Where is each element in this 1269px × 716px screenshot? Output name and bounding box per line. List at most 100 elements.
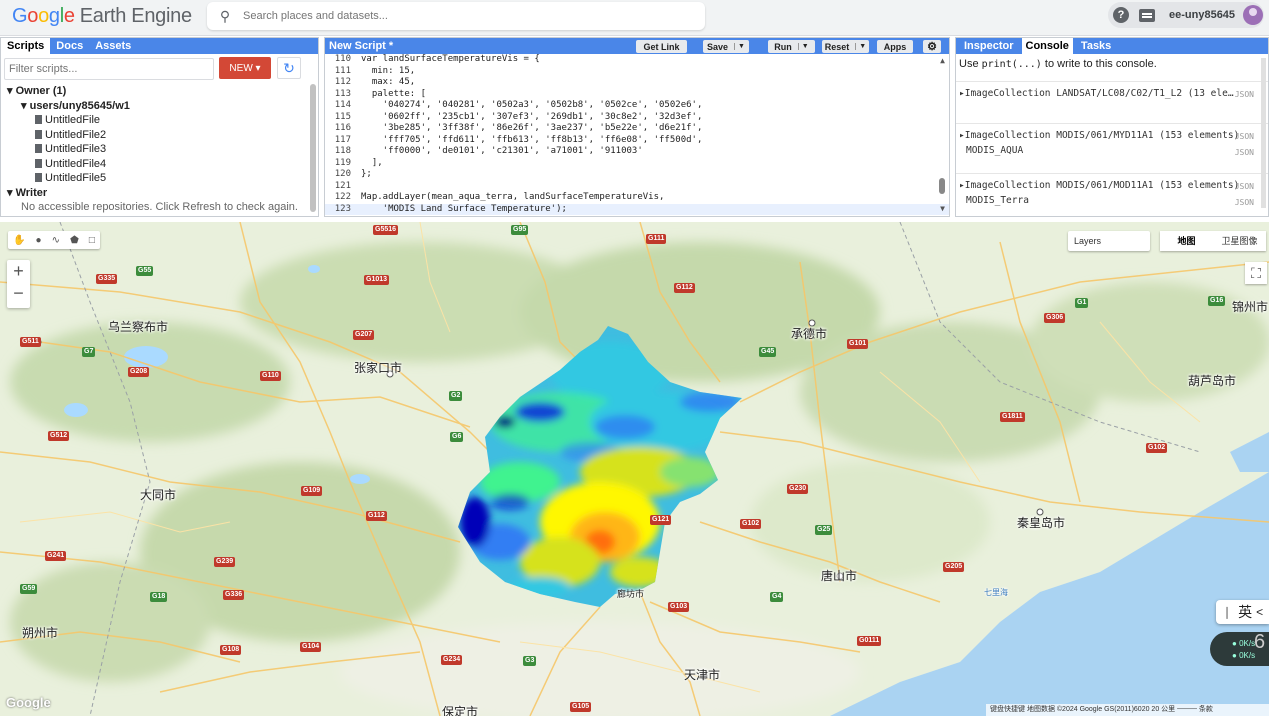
code-line[interactable]: 112 max: 45, (325, 77, 949, 89)
net-down: 0K/s (1239, 651, 1256, 660)
tab-tasks[interactable]: Tasks (1077, 38, 1115, 54)
code-area[interactable]: 110 var landSurfaceTemperatureVis = {111 … (325, 54, 949, 216)
tree-repo[interactable]: ▾ users/uny85645/w1 (1, 99, 307, 114)
scripts-scrollbar[interactable] (310, 84, 316, 212)
caret-down-icon[interactable]: ▼ (797, 43, 809, 50)
code-line[interactable]: 117 'fff705', 'ffd611', 'ffb613', 'ff8b1… (325, 135, 949, 147)
json-link[interactable]: JSON (1235, 90, 1254, 99)
line-icon[interactable]: ∿ (52, 235, 60, 246)
help-icon[interactable]: ? (1113, 7, 1129, 23)
code-scrollbar[interactable] (939, 178, 945, 194)
avatar[interactable] (1243, 5, 1264, 25)
highway-shield: G104 (300, 642, 322, 652)
writer-label: Writer (15, 186, 48, 199)
refresh-icon[interactable]: ↻ (277, 57, 301, 79)
code-line[interactable]: 118 'ff0000', 'de0101', 'c21301', 'a7100… (325, 146, 949, 158)
console-scrollbar[interactable] (1261, 58, 1266, 208)
tab-assets[interactable]: Assets (89, 38, 137, 54)
file-label: UntitledFile3 (45, 143, 107, 155)
tree-writer[interactable]: ▾ Writer (1, 186, 307, 201)
script-title[interactable]: New Script * (325, 40, 393, 52)
json-link[interactable]: JSON (1235, 132, 1254, 141)
earth-engine-logo[interactable]: Google Earth Engine (12, 5, 192, 28)
ime-handle-icon[interactable]: ❘ (1222, 605, 1232, 619)
json-link[interactable]: JSON (1235, 198, 1254, 207)
tab-console[interactable]: Console (1021, 38, 1073, 54)
highway-shield: G4 (770, 592, 784, 602)
highway-shield: G55 (136, 266, 154, 276)
city-label: 廊坊市 (617, 589, 645, 599)
scroll-down-icon[interactable]: ▼ (940, 204, 945, 213)
apps-button[interactable]: Apps (877, 40, 913, 53)
filter-scripts-input[interactable] (4, 58, 214, 80)
code-line[interactable]: 114 '040274', '040281', '0502a3', '0502b… (325, 100, 949, 112)
line-number: 115 (334, 111, 351, 122)
reset-button[interactable]: Reset ▼ (822, 40, 869, 53)
code-line[interactable]: 122 Map.addLayer(mean_aqua_terra, landSur… (325, 192, 949, 204)
tree-file[interactable]: UntitledFile4 (1, 157, 307, 172)
json-link[interactable]: JSON (1235, 148, 1254, 157)
highway-shield: G239 (214, 557, 236, 567)
ime-toolbar[interactable]: ❘ 英 < (1216, 600, 1269, 624)
tree-file[interactable]: UntitledFile5 (1, 171, 307, 186)
map-canvas[interactable]: 乌兰察布市 张家口市 承德市 锦州市 葫芦岛市 大同市 秦皇岛市 唐山市 朔州市… (0, 222, 1269, 716)
rectangle-icon[interactable]: □ (89, 235, 95, 246)
tree-file[interactable]: UntitledFile3 (1, 142, 307, 157)
settings-icon[interactable]: ⚙ (923, 40, 941, 53)
code-line[interactable]: 110 var landSurfaceTemperatureVis = { (325, 54, 949, 66)
line-text: min: 15, (361, 65, 416, 76)
city-label: 锦州市 (1232, 300, 1269, 314)
scroll-up-icon[interactable]: ▲ (940, 56, 945, 65)
tab-scripts[interactable]: Scripts (1, 38, 51, 54)
marker-icon[interactable]: ● (36, 235, 42, 246)
ime-language[interactable]: 英 (1238, 602, 1252, 622)
entry-text: ImageCollection LANDSAT/LC08/C02/T1_L2 (… (964, 88, 1234, 99)
tab-docs[interactable]: Docs (50, 38, 89, 54)
new-button[interactable]: NEW ▾ (219, 57, 271, 79)
map-type-map[interactable]: 地图 (1160, 231, 1213, 251)
search-input[interactable] (243, 10, 683, 22)
polygon-icon[interactable]: ⬟ (70, 235, 79, 246)
code-line[interactable]: 113 palette: [ (325, 89, 949, 101)
city-label: 大同市 (140, 488, 177, 502)
map-attribution[interactable]: 键盘快捷键 地图数据 ©2024 Google GS(2011)6020 20 … (986, 704, 1269, 716)
search-box[interactable]: ⚲ (207, 2, 705, 30)
zoom-in-icon[interactable]: + (7, 260, 30, 282)
console-entry[interactable]: ▸ImageCollection MODIS/061/MYD11A1 (153 … (956, 123, 1268, 173)
city-label: 保定市 (442, 705, 479, 716)
run-button[interactable]: Run ▼ (768, 40, 815, 53)
code-line[interactable]: 123 'MODIS Land Surface Temperature'); (325, 203, 949, 215)
tree-file[interactable]: UntitledFile (1, 113, 307, 128)
tab-inspector[interactable]: Inspector (960, 38, 1018, 54)
username[interactable]: ee-uny85645 (1169, 9, 1235, 21)
tree-file[interactable]: UntitledFile2 (1, 128, 307, 143)
code-line[interactable]: 119 ], (325, 158, 949, 170)
right-tabs: Inspector Console Tasks (956, 38, 1268, 54)
console-entry[interactable]: ▸ImageCollection LANDSAT/LC08/C02/T1_L2 … (956, 81, 1268, 123)
save-button[interactable]: Save ▼ (703, 40, 749, 53)
zoom-out-icon[interactable]: − (7, 282, 30, 304)
line-text: 'MODIS Land Surface Temperature'); (361, 203, 567, 214)
tree-owner[interactable]: ▾ Owner (1) (1, 84, 307, 99)
code-line[interactable]: 115 '0602ff', '235cb1', '307ef3', '269db… (325, 112, 949, 124)
hand-icon[interactable]: ✋ (13, 235, 25, 246)
caret-down-icon[interactable]: ▼ (734, 43, 745, 50)
caret-down-icon[interactable]: ▼ (855, 43, 866, 50)
map-type-toggle: 地图 卫星图像 (1160, 231, 1266, 251)
city-label: 承德市 (791, 327, 828, 341)
code-line[interactable]: 121 (325, 181, 949, 193)
map-type-satellite[interactable]: 卫星图像 (1213, 231, 1266, 251)
code-line[interactable]: 111 min: 15, (325, 66, 949, 78)
ime-arrow-icon[interactable]: < (1256, 605, 1263, 619)
file-icon (35, 115, 42, 124)
code-line[interactable]: 116 '3be285', '3ff38f', '86e26f', '3ae23… (325, 123, 949, 135)
get-link-button[interactable]: Get Link (636, 40, 687, 53)
layers-button[interactable]: Layers (1068, 231, 1150, 251)
json-link[interactable]: JSON (1235, 182, 1254, 191)
chat-icon[interactable] (1139, 8, 1155, 22)
code-line[interactable]: 120}; (325, 169, 949, 181)
highway-shield: G95 (511, 225, 529, 235)
fullscreen-icon[interactable]: ⛶ (1245, 262, 1267, 284)
console-entry[interactable]: ▸ImageCollection MODIS/061/MOD11A1 (153 … (956, 173, 1268, 216)
line-number: 116 (334, 123, 351, 133)
